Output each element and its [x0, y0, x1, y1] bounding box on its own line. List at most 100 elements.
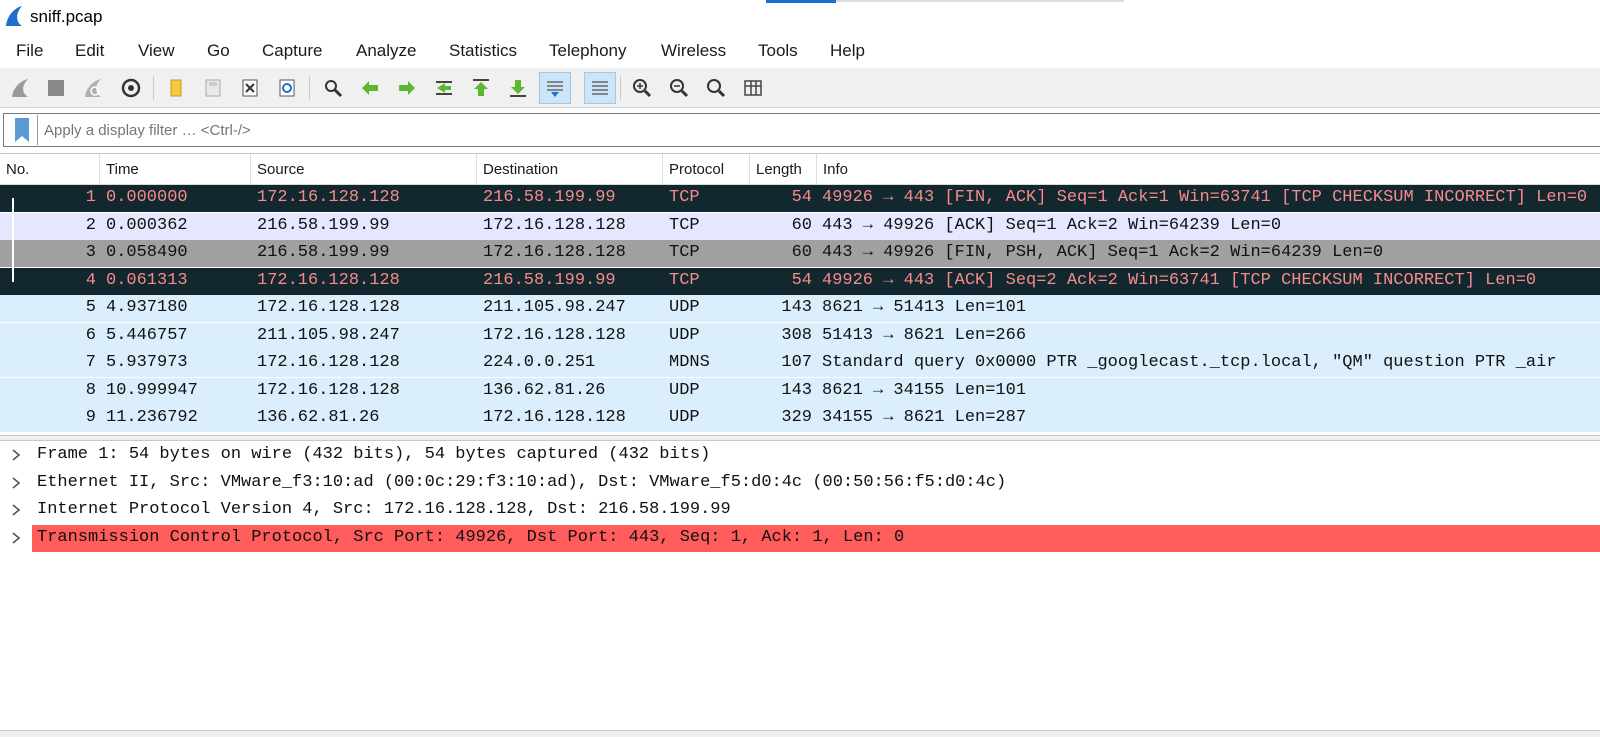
packet-cell-time: 0.058490 — [106, 243, 188, 262]
packet-cell-source: 136.62.81.26 — [257, 408, 380, 427]
packet-cell-source: 211.105.98.247 — [257, 325, 400, 345]
packet-cell-info: 8621 → 51413 Len=101 — [822, 298, 1027, 317]
zoom-out-icon[interactable] — [663, 72, 695, 104]
column-header-protocol[interactable]: Protocol — [663, 154, 750, 185]
menu-file[interactable]: File — [16, 41, 43, 61]
save-file-icon[interactable] — [197, 72, 229, 104]
packet-cell-no: 5 — [85, 298, 96, 317]
packet-cell-destination: 172.16.128.128 — [483, 243, 626, 262]
zoom-in-icon[interactable] — [626, 72, 658, 104]
packet-cell-no: 7 — [85, 353, 96, 372]
open-file-icon[interactable] — [160, 72, 192, 104]
menu-tools[interactable]: Tools — [758, 41, 798, 61]
column-header-info[interactable]: Info — [817, 154, 1600, 185]
packet-row[interactable]: 4 0.061313 172.16.128.128 216.58.199.99 TCP 5… — [0, 267, 1600, 295]
packet-cell-info: 443 → 49926 [ACK] Seq=1 Ack=2 Win=64239 … — [822, 215, 1282, 235]
packet-cell-source: 172.16.128.128 — [257, 188, 400, 207]
menu-telephony[interactable]: Telephony — [549, 41, 627, 61]
packet-row[interactable]: 9 11.236792 136.62.81.26 172.16.128.128 UDP 3… — [0, 405, 1600, 432]
packet-cell-no: 8 — [85, 380, 96, 400]
detail-tree-item[interactable]: Frame 1: 54 bytes on wire (432 bits), 54… — [0, 442, 1600, 469]
toolbar-separator — [153, 76, 154, 100]
last-packet-icon[interactable] — [502, 72, 534, 104]
packet-cell-protocol: UDP — [669, 298, 700, 317]
chevron-right-icon[interactable] — [9, 528, 23, 548]
packet-cell-time: 4.937180 — [106, 298, 188, 317]
toolbar-separator — [309, 76, 310, 100]
chevron-right-icon[interactable] — [9, 473, 23, 493]
window-accent-bar — [766, 0, 836, 3]
go-back-icon[interactable] — [354, 72, 386, 104]
column-header-time[interactable]: Time — [100, 154, 251, 185]
first-packet-icon[interactable] — [465, 72, 497, 104]
packet-cell-protocol: UDP — [669, 325, 700, 345]
toolbar-separator — [620, 76, 621, 100]
detail-tree-item[interactable]: Transmission Control Protocol, Src Port:… — [0, 524, 1600, 552]
packet-cell-time: 0.000000 — [106, 188, 188, 207]
column-header-no[interactable]: No. — [0, 154, 100, 185]
chevron-right-icon[interactable] — [9, 445, 23, 465]
packet-cell-destination: 172.16.128.128 — [483, 408, 626, 427]
packet-cell-time: 10.999947 — [106, 380, 198, 400]
close-file-icon[interactable] — [234, 72, 266, 104]
packet-cell-info: 49926 → 443 [ACK] Seq=2 Ack=2 Win=63741 … — [822, 270, 1537, 290]
resize-columns-icon[interactable] — [737, 72, 769, 104]
shark-fin-start-icon[interactable] — [4, 72, 36, 104]
menu-help[interactable]: Help — [830, 41, 865, 61]
column-header-destination[interactable]: Destination — [477, 154, 663, 185]
packet-cell-length: 54 — [791, 188, 812, 207]
packet-cell-time: 11.236792 — [106, 408, 198, 427]
packet-cell-protocol: TCP — [669, 270, 700, 290]
column-header-source[interactable]: Source — [251, 154, 477, 185]
menu-view[interactable]: View — [138, 41, 175, 61]
packet-cell-time: 5.446757 — [106, 325, 188, 345]
wireshark-fin-icon — [6, 6, 22, 26]
packet-list-header: No. Time Source Destination Protocol Len… — [0, 154, 1600, 185]
restart-icon[interactable] — [77, 72, 109, 104]
packet-cell-source: 216.58.199.99 — [257, 215, 390, 235]
autoscroll-icon[interactable] — [539, 72, 571, 104]
menu-analyze[interactable]: Analyze — [356, 41, 416, 61]
window-tab-strip — [836, 0, 1124, 2]
colorize-icon[interactable] — [584, 72, 616, 104]
filter-bookmark-icon[interactable] — [12, 117, 32, 143]
packet-row[interactable]: 1 0.000000 172.16.128.128 216.58.199.99 TCP 5… — [0, 185, 1600, 212]
go-forward-icon[interactable] — [391, 72, 423, 104]
packet-cell-info: 8621 → 34155 Len=101 — [822, 380, 1027, 400]
normal-size-icon[interactable] — [700, 72, 732, 104]
conversation-bracket — [12, 198, 24, 282]
packet-cell-destination: 211.105.98.247 — [483, 298, 626, 317]
packet-row[interactable]: 2 0.000362 216.58.199.99 172.16.128.128 TCP 6… — [0, 212, 1600, 240]
packet-cell-destination: 224.0.0.251 — [483, 353, 596, 372]
find-icon[interactable] — [317, 72, 349, 104]
menu-go[interactable]: Go — [207, 41, 230, 61]
pane-splitter[interactable] — [0, 435, 1600, 441]
menu-capture[interactable]: Capture — [262, 41, 322, 61]
packet-row[interactable]: 5 4.937180 172.16.128.128 211.105.98.247 UDP… — [0, 295, 1600, 322]
packet-row[interactable]: 3 0.058490 216.58.199.99 172.16.128.128 TCP 6… — [0, 240, 1600, 267]
packet-cell-protocol: MDNS — [669, 353, 710, 372]
packet-row[interactable]: 7 5.937973 172.16.128.128 224.0.0.251 MDNS 10… — [0, 350, 1600, 377]
stop-icon[interactable] — [40, 72, 72, 104]
packet-details-pane: Frame 1: 54 bytes on wire (432 bits), 54… — [0, 442, 1600, 730]
packet-cell-info: 443 → 49926 [FIN, PSH, ACK] Seq=1 Ack=2 … — [822, 243, 1384, 262]
capture-options-icon[interactable] — [115, 72, 147, 104]
packet-row[interactable]: 8 10.999947 172.16.128.128 136.62.81.26 UDP 1… — [0, 377, 1600, 405]
column-header-length[interactable]: Length — [750, 154, 817, 185]
go-to-packet-icon[interactable] — [428, 72, 460, 104]
packet-cell-info: 34155 → 8621 Len=287 — [822, 408, 1027, 427]
reload-icon[interactable] — [271, 72, 303, 104]
menu-statistics[interactable]: Statistics — [449, 41, 517, 61]
chevron-right-icon[interactable] — [9, 500, 23, 520]
filter-divider — [37, 115, 38, 145]
display-filter-input[interactable] — [44, 117, 1584, 143]
menu-edit[interactable]: Edit — [75, 41, 104, 61]
detail-tree-label: Ethernet II, Src: VMware_f3:10:ad (00:0c… — [37, 472, 1007, 492]
packet-cell-source: 172.16.128.128 — [257, 380, 400, 400]
detail-tree-item[interactable]: Ethernet II, Src: VMware_f3:10:ad (00:0c… — [0, 470, 1600, 497]
menu-wireless[interactable]: Wireless — [661, 41, 726, 61]
window-title: sniff.pcap — [30, 7, 103, 26]
packet-cell-time: 5.937973 — [106, 353, 188, 372]
detail-tree-item[interactable]: Internet Protocol Version 4, Src: 172.16… — [0, 497, 1600, 524]
packet-row[interactable]: 6 5.446757 211.105.98.247 172.16.128.128 UDP… — [0, 322, 1600, 350]
